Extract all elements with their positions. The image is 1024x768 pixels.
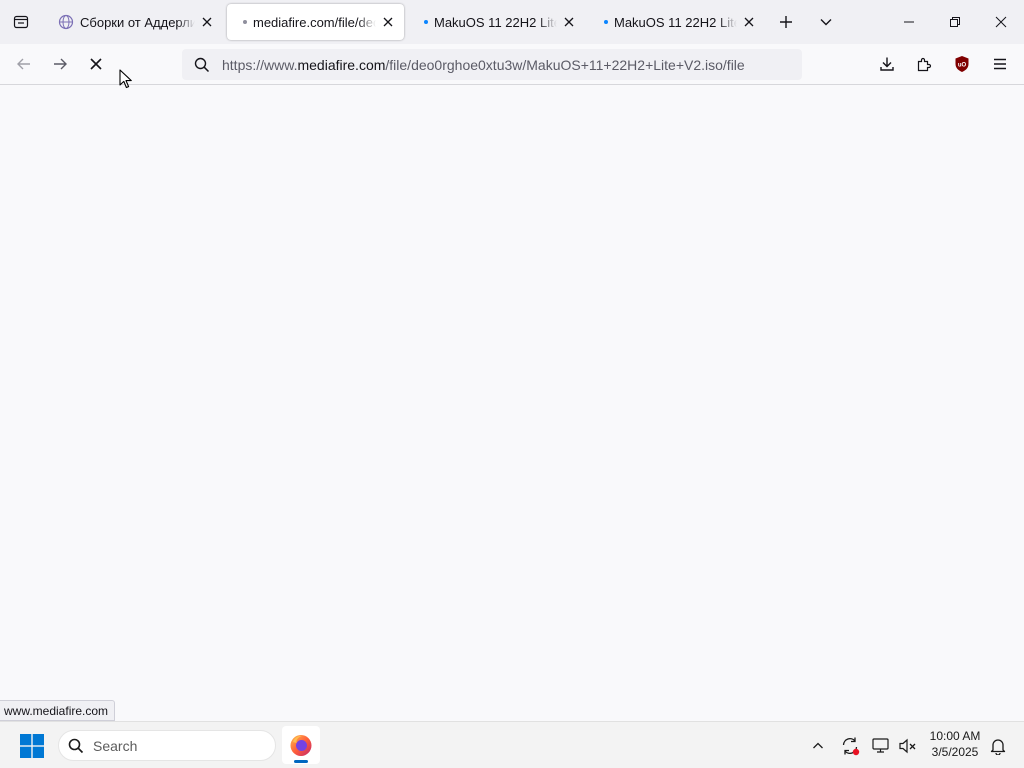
downloads-button[interactable] [871, 48, 903, 80]
taskbar-search-placeholder: Search [93, 737, 138, 754]
bell-icon [990, 739, 1006, 755]
url-bar[interactable]: https://www.mediafire.com/file/deo0rghoe… [182, 49, 802, 80]
svg-text:uO: uO [958, 63, 967, 69]
forward-button[interactable] [44, 48, 76, 80]
windows-taskbar: Search 10:00 AM 3/5/2025 [0, 721, 1024, 768]
taskbar-search-box[interactable]: Search [58, 730, 276, 761]
tab-mediafire[interactable]: mediafire.com/file/deo0rghoe0xtu3w [227, 4, 404, 40]
firefox-view-icon [13, 15, 29, 29]
app-menu-button[interactable] [984, 48, 1016, 80]
url-path: /file/deo0rghoe0xtu3w/MakuOS+11+22H2+Lit… [385, 56, 745, 73]
running-indicator [294, 760, 308, 763]
download-icon [880, 57, 894, 71]
loading-dot-icon [424, 20, 428, 24]
clock-date: 3/5/2025 [931, 745, 979, 759]
loading-dot-icon [604, 20, 608, 24]
stop-icon [90, 58, 102, 70]
firefox-icon [290, 735, 312, 756]
tab-close-icon[interactable] [376, 10, 400, 34]
url-text[interactable]: https://www.mediafire.com/file/deo0rghoe… [222, 57, 745, 73]
firefox-view-button[interactable] [0, 0, 42, 44]
minimize-button[interactable] [886, 0, 932, 44]
start-button[interactable] [16, 730, 48, 762]
globe-icon [58, 14, 74, 30]
list-all-tabs-button[interactable] [810, 6, 842, 38]
back-button[interactable] [8, 48, 40, 80]
puzzle-icon [917, 57, 932, 72]
ublock-shield-icon: uO [955, 56, 969, 72]
page-content-area [0, 85, 1024, 721]
close-icon [995, 16, 1007, 28]
minimize-icon [904, 21, 914, 23]
url-host: mediafire.com [297, 56, 386, 73]
taskbar-clock[interactable]: 10:00 AM 3/5/2025 [922, 728, 988, 764]
close-window-button[interactable] [978, 0, 1024, 44]
tab-label: Сборки от Аддерли [80, 14, 195, 30]
extensions-button[interactable] [908, 48, 940, 80]
taskbar-firefox-button[interactable] [282, 726, 320, 764]
show-hidden-icons-button[interactable] [804, 732, 832, 760]
notifications-button[interactable] [984, 732, 1012, 760]
search-icon [59, 738, 93, 754]
new-tab-button[interactable] [770, 6, 802, 38]
tab-makuos-1[interactable]: MakuOS 11 22H2 Lite V2 [408, 4, 585, 40]
tab-close-icon[interactable] [557, 10, 581, 34]
tab-sborki[interactable]: Сборки от Аддерли [46, 4, 223, 40]
volume-tray-button[interactable] [894, 732, 922, 760]
restore-icon [950, 17, 960, 27]
status-link-preview: www.mediafire.com [0, 700, 116, 721]
hamburger-menu-icon [994, 58, 1006, 70]
chevron-down-icon [820, 19, 832, 26]
restore-button[interactable] [932, 0, 978, 44]
loading-dot-icon [243, 20, 247, 24]
tab-strip: Сборки от Аддерли mediafire.com/file/deo… [0, 0, 1024, 44]
forward-arrow-icon [54, 58, 67, 70]
update-tray-button[interactable] [836, 732, 864, 760]
volume-muted-icon [899, 738, 916, 754]
tab-close-icon[interactable] [737, 10, 761, 34]
sync-update-icon [842, 737, 860, 756]
tab-label: mediafire.com/file/deo0rghoe0xtu3w [253, 14, 376, 30]
tab-close-icon[interactable] [195, 10, 219, 34]
clock-time: 10:00 AM [929, 729, 981, 743]
tab-makuos-2[interactable]: MakuOS 11 22H2 Lite V2 [588, 4, 765, 40]
network-icon [872, 738, 889, 753]
mouse-cursor-icon [119, 69, 132, 89]
navigation-toolbar: https://www.mediafire.com/file/deo0rghoe… [0, 44, 1024, 85]
tab-label: MakuOS 11 22H2 Lite V2 [434, 14, 557, 30]
chevron-up-icon [813, 742, 823, 749]
back-arrow-icon [17, 58, 30, 70]
plus-icon [780, 16, 792, 28]
stop-button[interactable] [80, 48, 112, 80]
ublock-origin-button[interactable]: uO [946, 48, 978, 80]
network-tray-button[interactable] [867, 732, 895, 760]
url-prefix: https://www. [222, 56, 298, 73]
search-icon [182, 49, 222, 80]
tab-label: MakuOS 11 22H2 Lite V2 [614, 14, 737, 30]
windows-logo-icon [20, 734, 44, 758]
